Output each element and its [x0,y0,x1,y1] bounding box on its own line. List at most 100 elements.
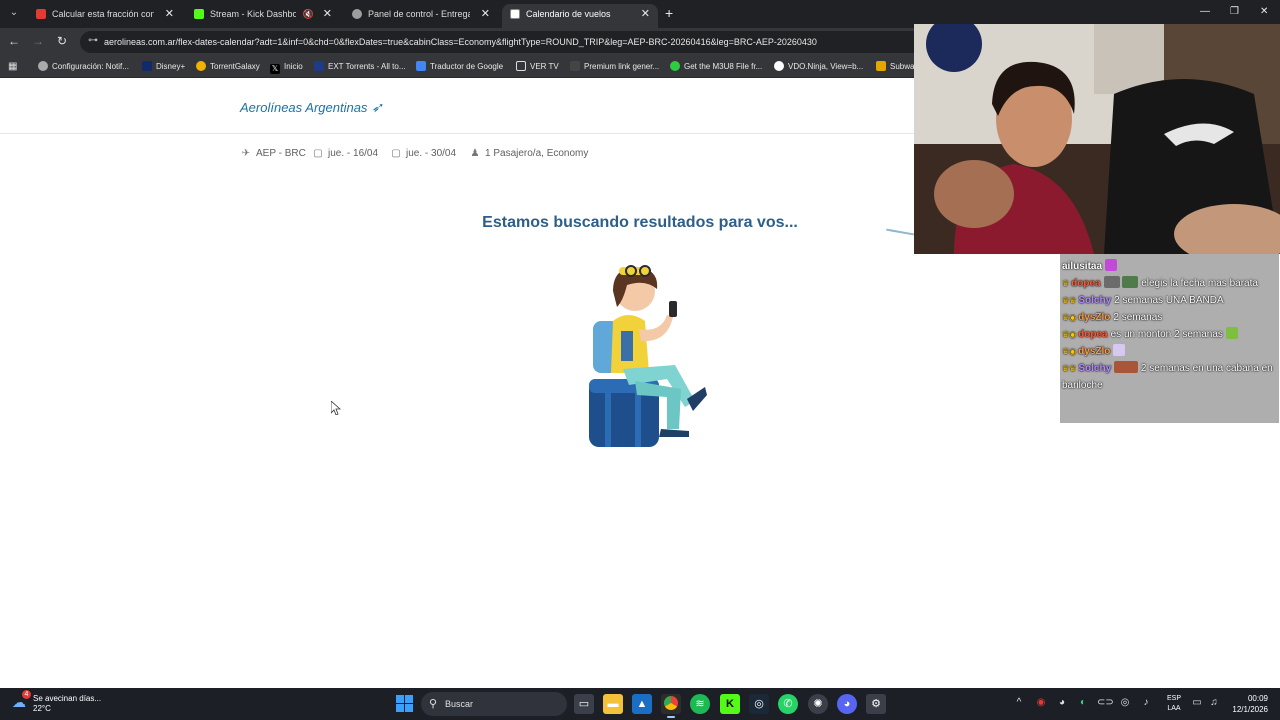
chat-username: dopea [1071,278,1101,289]
traveler-sitting-on-suitcase-illustration [589,265,707,447]
tab-title: Calcular esta fracción con pote [52,9,154,19]
chat-username: Solchy [1078,295,1112,306]
task-view-icon[interactable]: ▭ [574,694,594,714]
file-explorer-icon[interactable]: ▬ [603,694,623,714]
bookmark-item[interactable]: Premium link gener... [570,56,659,78]
bookmark-item[interactable]: TorrentGalaxy [196,56,260,78]
maximize-icon[interactable]: ❐ [1230,6,1239,17]
tab-title: Calendario de vuelos [526,9,611,19]
mute-icon[interactable]: 🔇 [303,4,314,24]
taskbar-search[interactable]: ⚲ Buscar [421,692,567,716]
weather-widget[interactable]: ☁ 4 Se avecinan días... 22°C [12,690,112,716]
bookmark-item[interactable]: Get the M3U8 File fr... [670,56,762,78]
steam-icon[interactable]: ◎ [749,694,769,714]
vdo-icon [774,61,784,71]
minimize-icon[interactable]: — [1200,6,1210,17]
windows-start-icon[interactable] [396,695,413,712]
tray-app-icon[interactable]: ◉ [1034,696,1048,710]
depart-date-item[interactable]: ▢ jue. - 16/04 [312,145,378,163]
new-tab-plus-icon[interactable]: + [665,5,673,21]
link-icon [570,61,580,71]
calendar-icon: ▢ [313,148,323,159]
bookmark-label: Subwa [890,62,915,71]
bookmark-item[interactable]: EXT Torrents - All to... [314,56,406,78]
route-item[interactable]: ✈ AEP - BRC [240,145,306,163]
bookmark-item[interactable]: Subwa [876,56,914,78]
window-close-icon[interactable]: ✕ [1260,6,1268,17]
kick-icon [194,9,204,19]
tab-title: Stream - Kick Dashboard [210,9,296,19]
plane-icon: ✈ [241,148,251,159]
kick-icon[interactable]: K [720,694,740,714]
aerolineas-logo[interactable]: Aerolíneas Argentinas ➶ [240,99,383,116]
bookmark-item[interactable]: 𝕏 Inicio [270,56,303,78]
emote-icon [1103,276,1120,288]
chat-message: ♛♛ Solchy 2 semanas UNA BANDA [1062,292,1277,309]
microphone-icon[interactable]: ♪ [1139,696,1153,710]
bookmark-label: Configuración: Notif... [52,62,129,71]
settings-gear-icon[interactable]: ⚙ [866,694,886,714]
bookmark-item[interactable]: VER TV [516,56,559,78]
reload-icon[interactable]: ↻ [54,33,70,49]
bookmark-item[interactable]: Disney+ [142,56,185,78]
depart-date-text: jue. - 16/04 [328,148,379,159]
chat-message: ♛◉ dopea es un monton 2 semanas [1062,326,1277,343]
keyboard-language[interactable]: ESP LAA [1164,694,1184,714]
bookmark-item[interactable]: Configuración: Notif... [38,56,129,78]
passengers-item[interactable]: ♟ 1 Pasajero/a, Economy [469,145,589,163]
volume-icon[interactable]: ♫ [1207,696,1221,710]
close-icon[interactable]: ✕ [323,4,332,24]
network-icon[interactable]: ▭ [1190,696,1204,710]
bookmark-label: Premium link gener... [584,62,660,71]
tab-calendario-vuelos[interactable]: Calendario de vuelos ✕ [502,4,658,28]
tab-calcular[interactable]: Calcular esta fracción con pote ✕ [28,4,182,28]
close-icon[interactable]: ✕ [481,4,490,24]
system-clock[interactable]: 00:09 12/1/2026 [1226,693,1268,715]
tray-link-icon[interactable]: ⊂⊃ [1097,696,1114,710]
back-arrow-icon[interactable]: ← [6,33,22,49]
person-icon: ♟ [470,148,480,159]
disney-icon [142,61,152,71]
crown-badge-icon: ♛◉ [1062,347,1077,356]
site-info-icon[interactable]: ⊶ [88,35,100,47]
tray-sync-icon[interactable]: ◐ [1076,696,1090,710]
bookmark-label: VDO.Ninja, View=b... [788,62,864,71]
m3u8-icon [670,61,680,71]
language-code: ESP [1166,695,1181,702]
apps-grid-icon[interactable]: ▦ [8,56,17,78]
calendar-icon [510,9,520,19]
tray-steam-icon[interactable]: ◎ [1118,696,1132,710]
tab-kick-dashboard[interactable]: Stream - Kick Dashboard 🔇 ✕ [186,4,340,28]
tray-chevron-up-icon[interactable]: ^ [1012,696,1026,710]
crown-badge-icon: ♛♛ [1062,296,1077,305]
photos-icon[interactable]: ▲ [632,694,652,714]
chrome-icon[interactable] [661,694,681,718]
discord-icon[interactable]: ◕ [837,694,857,714]
forward-arrow-icon[interactable]: → [30,33,46,49]
bookmark-item[interactable]: VDO.Ninja, View=b... [774,56,863,78]
tray-discord-icon[interactable]: ◕ [1055,696,1069,710]
bookmark-label: Get the M3U8 File fr... [684,62,763,71]
whatsapp-icon[interactable]: ✆ [778,694,798,714]
return-date-text: jue. - 30/04 [406,148,457,159]
bookmark-label: Inicio [284,62,303,71]
layout-code: LAA [1167,705,1181,712]
bookmark-label: Disney+ [156,62,186,71]
spotify-icon[interactable]: ≋ [690,694,710,714]
ext-icon [314,61,324,71]
tab-panel-control[interactable]: Panel de control - Entregas de ✕ [344,4,498,28]
tab-search-chevron-icon[interactable]: ⌄ [6,5,22,21]
notification-badge: 4 [22,690,31,699]
close-icon[interactable]: ✕ [165,4,174,24]
close-icon[interactable]: ✕ [641,4,650,24]
gear-icon [38,61,48,71]
clock-date: 12/1/2026 [1232,705,1268,714]
emote-icon [1225,327,1238,339]
ai-app-icon[interactable]: ✺ [808,694,828,714]
bookmark-item[interactable]: Traductor de Google [416,56,503,78]
route-text: AEP - BRC [256,148,306,159]
return-date-item[interactable]: ▢ jue. - 30/04 [390,145,456,163]
chat-message: ailusitaa [1062,258,1277,275]
search-icon: ⚲ [429,698,438,710]
chat-message: ♛◉ dysZlo 2 semanas [1062,309,1277,326]
